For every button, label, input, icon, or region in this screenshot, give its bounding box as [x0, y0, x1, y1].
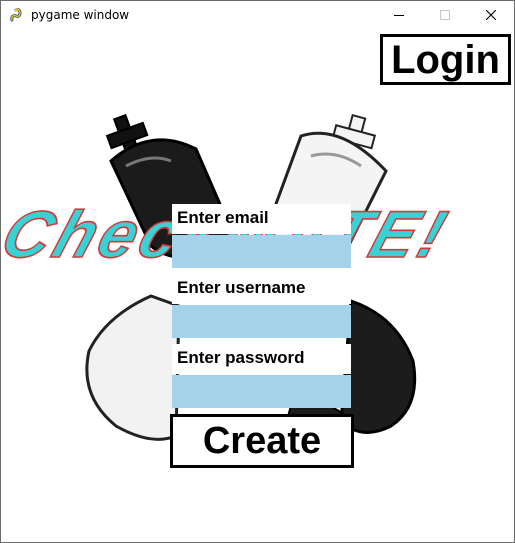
username-input[interactable]: [172, 305, 351, 338]
login-button[interactable]: Login: [380, 34, 511, 85]
minimize-button[interactable]: [376, 1, 422, 31]
password-label: Enter password: [172, 344, 351, 374]
pygame-window: pygame window Login Enter email Enter us…: [0, 0, 515, 543]
window-title: pygame window: [31, 8, 130, 22]
maximize-button[interactable]: [422, 1, 468, 31]
close-button[interactable]: [468, 1, 514, 31]
close-icon: [486, 10, 496, 20]
pygame-snake-icon: [10, 8, 22, 22]
create-button[interactable]: Create: [170, 414, 354, 468]
email-input[interactable]: [172, 235, 351, 268]
white-piece-icon: [85, 294, 181, 441]
maximize-icon: [440, 10, 450, 20]
email-label: Enter email: [172, 204, 351, 234]
minimize-icon: [394, 15, 404, 16]
title-bar[interactable]: pygame window: [1, 1, 514, 31]
game-canvas: CheckMATE! Login Enter email Enter usern…: [1, 31, 514, 542]
username-label: Enter username: [172, 274, 351, 304]
password-input[interactable]: [172, 375, 351, 408]
